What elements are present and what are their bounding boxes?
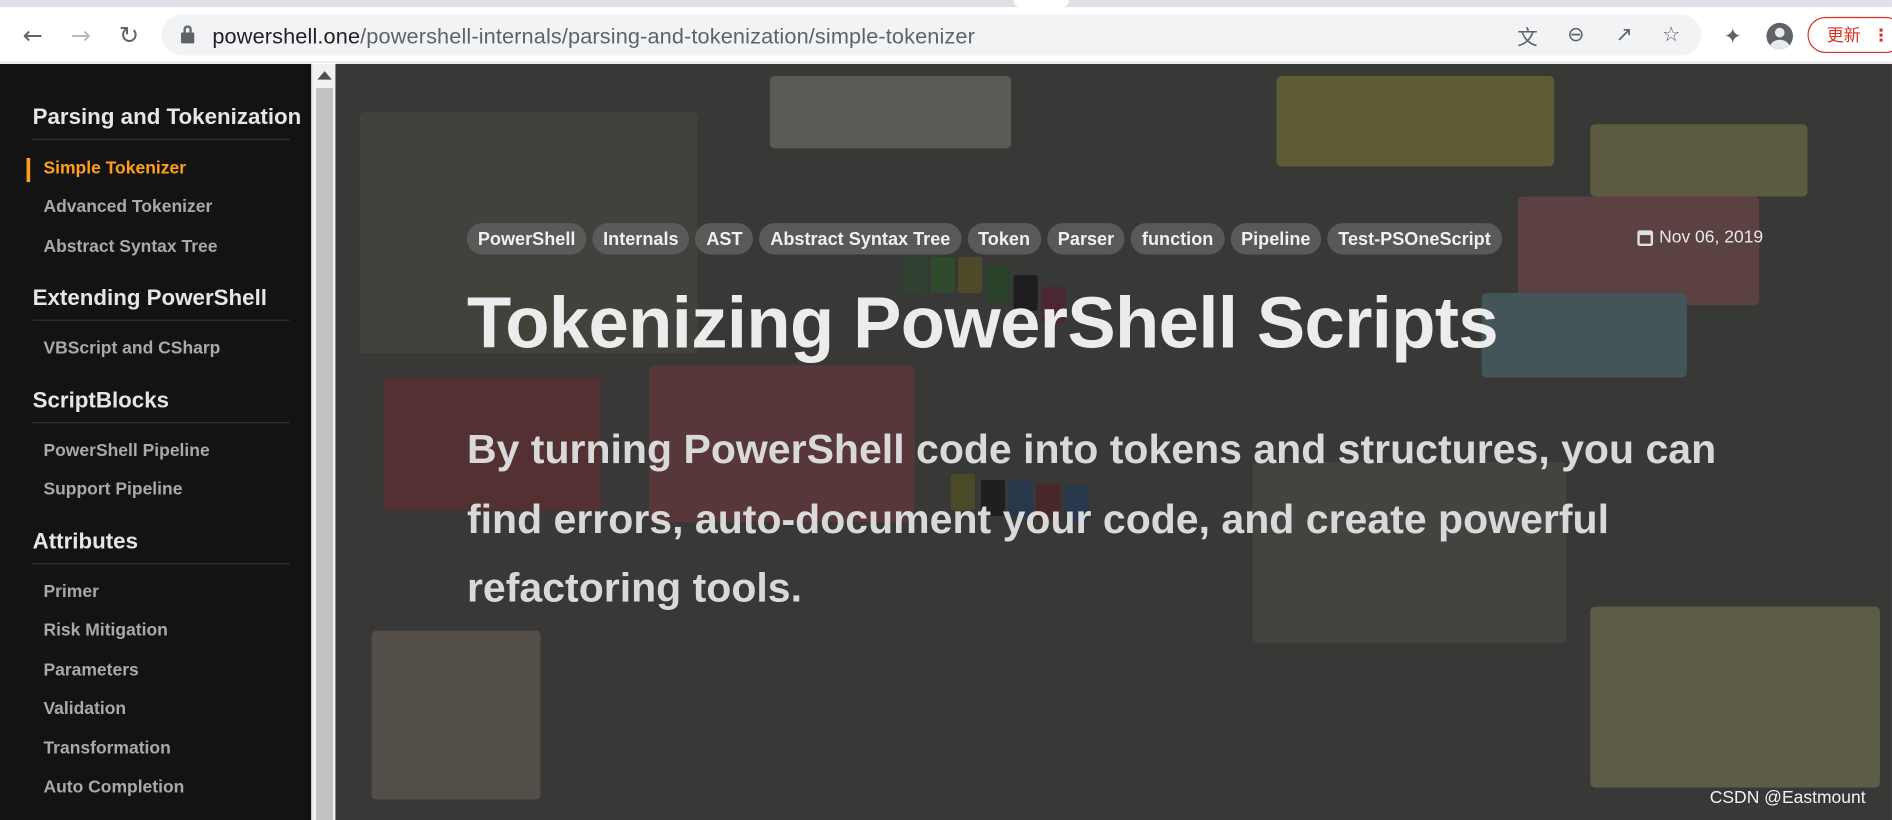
reload-icon[interactable]: ↻ <box>112 18 146 52</box>
sidebar-section-scriptblocks[interactable]: ScriptBlocks <box>33 387 169 414</box>
menu-dots-icon[interactable]: ⋮ <box>1873 25 1890 46</box>
url-path: /powershell-internals/parsing-and-tokeni… <box>360 24 975 49</box>
translate-icon[interactable]: 文 <box>1514 22 1541 50</box>
sidebar-item-powershell-pipeline[interactable]: PowerShell Pipeline <box>43 441 209 460</box>
calendar-icon <box>1637 229 1654 246</box>
article-lead: By turning PowerShell code into tokens a… <box>466 426 1717 612</box>
tag-ast[interactable]: AST <box>695 223 754 255</box>
share-icon[interactable]: ↗ <box>1611 22 1638 49</box>
avatar <box>1766 22 1794 50</box>
address-bar[interactable]: powershell.one/powershell-internals/pars… <box>161 14 1702 56</box>
watermark: CSDN @Eastmount <box>1709 788 1866 808</box>
scrollbar-thumb[interactable] <box>316 88 334 820</box>
update-label: 更新 <box>1826 25 1861 45</box>
url-text[interactable]: powershell.one/powershell-internals/pars… <box>212 24 975 49</box>
sidebar-item-simple-tokenizer[interactable]: Simple Tokenizer <box>43 159 186 178</box>
tag-abstract-syntax-tree[interactable]: Abstract Syntax Tree <box>759 223 962 255</box>
sidebar-section-attributes[interactable]: Attributes <box>33 528 138 555</box>
sidebar-item-support-pipeline[interactable]: Support Pipeline <box>43 480 182 499</box>
divider <box>32 422 290 424</box>
tab-strip <box>0 0 1892 8</box>
forward-icon[interactable]: → <box>64 18 98 52</box>
url-host: powershell.one <box>212 24 361 49</box>
zoom-out-icon[interactable]: ⊖ <box>1563 22 1590 49</box>
hero-banner: PowerShell Internals AST Abstract Syntax… <box>335 63 1892 820</box>
lock-icon[interactable] <box>180 25 195 44</box>
profile-icon[interactable] <box>1765 22 1794 51</box>
tag-pipeline[interactable]: Pipeline <box>1230 223 1322 255</box>
browser-toolbar: ← → ↻ powershell.one/powershell-internal… <box>0 7 1892 63</box>
back-icon[interactable]: ← <box>16 18 50 52</box>
star-icon[interactable]: ☆ <box>1658 22 1685 49</box>
sidebar-item-advanced-tokenizer[interactable]: Advanced Tokenizer <box>43 198 212 217</box>
sidebar-item-risk-mitigation[interactable]: Risk Mitigation <box>43 621 167 640</box>
sidebar-section-extending[interactable]: Extending PowerShell <box>33 285 267 312</box>
browser-window: ← → ↻ powershell.one/powershell-internal… <box>0 0 1892 820</box>
sidebar-item-primer[interactable]: Primer <box>43 582 98 601</box>
sidebar-nav: Parsing and Tokenization Simple Tokenize… <box>0 63 312 820</box>
post-date: Nov 06, 2019 <box>1637 228 1763 247</box>
sidebar-item-abstract-syntax-tree[interactable]: Abstract Syntax Tree <box>43 238 217 257</box>
tag-function[interactable]: function <box>1131 223 1225 255</box>
sidebar-scrollbar[interactable] <box>311 63 336 820</box>
sidebar-item-validation[interactable]: Validation <box>43 699 126 718</box>
tag-token[interactable]: Token <box>967 223 1041 255</box>
active-indicator <box>26 157 31 183</box>
sidebar-item-parameters[interactable]: Parameters <box>43 661 138 680</box>
page-title: Tokenizing PowerShell Scripts <box>466 282 1499 363</box>
tag-parser[interactable]: Parser <box>1046 223 1126 255</box>
divider <box>32 563 290 565</box>
tag-internals[interactable]: Internals <box>592 223 690 255</box>
sidebar-item-auto-completion[interactable]: Auto Completion <box>43 778 184 797</box>
tag-powershell[interactable]: PowerShell <box>466 223 587 255</box>
sidebar-section-parsing[interactable]: Parsing and Tokenization <box>33 104 302 131</box>
post-date-text: Nov 06, 2019 <box>1659 227 1764 248</box>
tag-test-psonescript[interactable]: Test-PSOneScript <box>1327 223 1502 255</box>
update-button[interactable]: 更新 ⋮ <box>1807 16 1892 54</box>
scroll-up-icon[interactable] <box>317 71 332 80</box>
extensions-icon[interactable]: ✦ <box>1718 22 1747 51</box>
sidebar-item-transformation[interactable]: Transformation <box>43 739 170 758</box>
tag-list: PowerShell Internals AST Abstract Syntax… <box>466 223 1502 255</box>
sidebar-item-vbscript-csharp[interactable]: VBScript and CSharp <box>43 339 220 358</box>
divider <box>32 138 290 140</box>
divider <box>32 319 290 321</box>
